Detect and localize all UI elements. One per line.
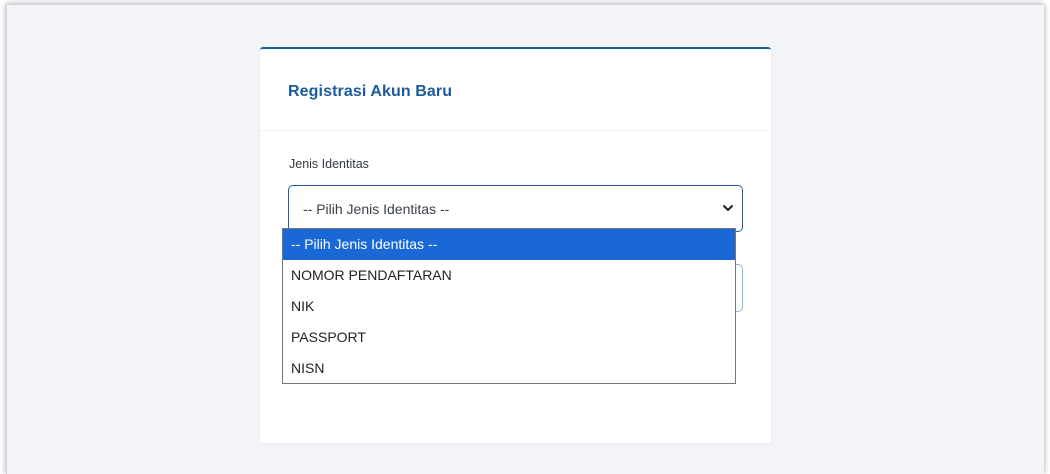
dropdown-option-passport[interactable]: PASSPORT [283, 322, 735, 353]
card-header: Registrasi Akun Baru [260, 49, 771, 131]
identity-type-select[interactable]: -- Pilih Jenis Identitas -- [288, 185, 743, 232]
identity-type-dropdown: -- Pilih Jenis Identitas -- NOMOR PENDAF… [282, 228, 736, 384]
dropdown-option-nisn[interactable]: NISN [283, 353, 735, 384]
dropdown-option-placeholder[interactable]: -- Pilih Jenis Identitas -- [283, 229, 735, 260]
dropdown-option-nik[interactable]: NIK [283, 291, 735, 322]
identity-type-select-value: -- Pilih Jenis Identitas -- [303, 201, 450, 217]
identity-type-label: Jenis Identitas [289, 157, 369, 171]
chevron-down-icon [723, 205, 733, 211]
dropdown-option-nomor-pendaftaran[interactable]: NOMOR PENDAFTARAN [283, 260, 735, 291]
page-title: Registrasi Akun Baru [288, 83, 453, 100]
